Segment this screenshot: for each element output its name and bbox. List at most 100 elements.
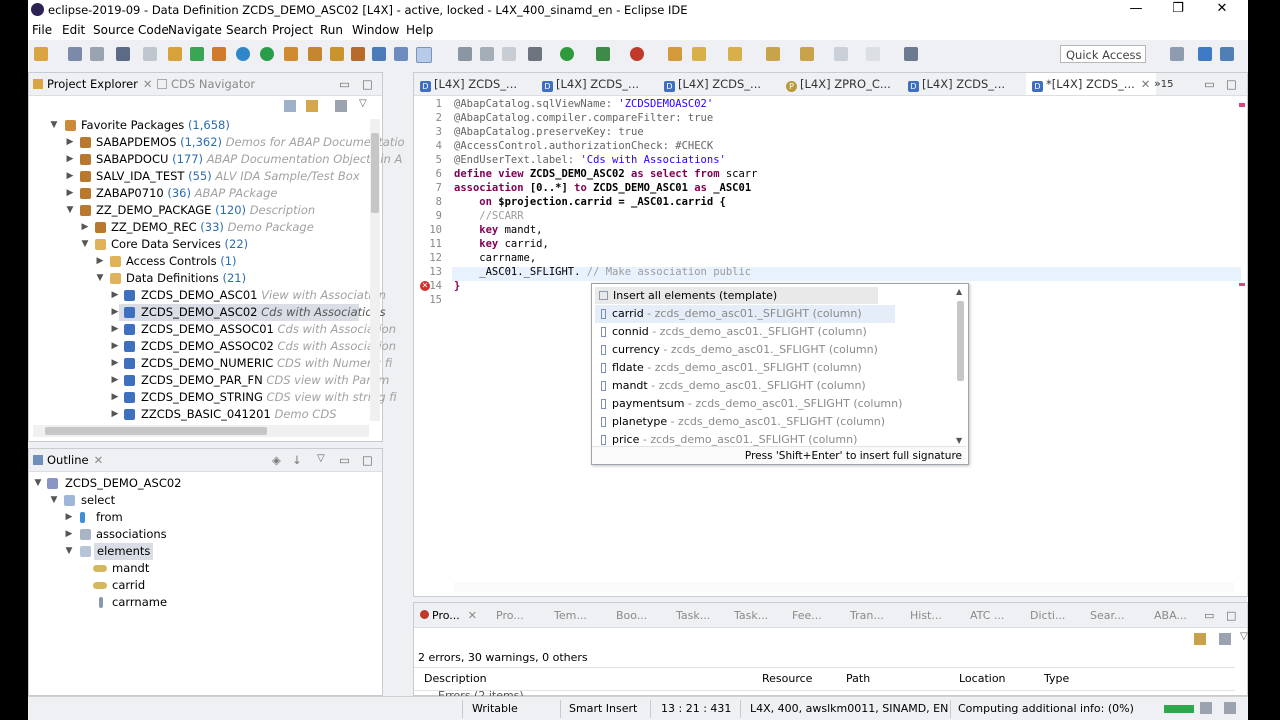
- expand-arrow-icon[interactable]: ▶: [110, 304, 120, 321]
- editor-tab-active[interactable]: D *[L4X] ZCDS_... ✕: [1026, 73, 1157, 95]
- collapse-arrow-icon[interactable]: ▼: [49, 492, 59, 509]
- tab-problems[interactable]: Pro... ✕: [420, 609, 477, 622]
- tree-row-zabap0710[interactable]: ▶ ZABAP0710 (36) ABAP PAckage: [29, 185, 369, 202]
- tab-atc[interactable]: ATC ...: [970, 609, 1004, 622]
- completion-item[interactable]: fldate - zcds_demo_asc01._SFLIGHT (colum…: [595, 359, 862, 377]
- expand-arrow-icon[interactable]: ▶: [110, 287, 120, 304]
- outline-row-root[interactable]: ▼ ZCDS_DEMO_ASC02: [29, 475, 369, 492]
- more-tabs-button[interactable]: »15: [1154, 77, 1173, 90]
- completion-scrollbar[interactable]: ▲ ▼: [955, 287, 966, 445]
- tree-row-favorite-packages[interactable]: ▼ Favorite Packages (1,658): [29, 117, 369, 134]
- mark-occurrences-icon[interactable]: [416, 47, 432, 63]
- collapse-arrow-icon[interactable]: ▼: [80, 236, 90, 253]
- tree-row-zz-demo-package[interactable]: ▼ ZZ_DEMO_PACKAGE (120) Description: [29, 202, 369, 219]
- completion-item[interactable]: mandt - zcds_demo_asc01._SFLIGHT (column…: [595, 377, 866, 395]
- maximize-editor-icon[interactable]: □: [1226, 77, 1237, 91]
- tab-transport[interactable]: Tran...: [850, 609, 884, 622]
- menu-navigate[interactable]: Navigate: [168, 23, 222, 37]
- horizontal-scrollbar[interactable]: [33, 425, 369, 437]
- expand-arrow-icon[interactable]: ▶: [110, 355, 120, 372]
- new-package-icon[interactable]: [168, 47, 182, 61]
- completion-item[interactable]: currency - zcds_demo_asc01._SFLIGHT (col…: [595, 341, 878, 359]
- lock-icon[interactable]: [330, 47, 344, 61]
- edit-icon[interactable]: [143, 47, 157, 61]
- tab-search[interactable]: Sear...: [1090, 609, 1125, 622]
- overview-error-marker[interactable]: [1239, 283, 1245, 286]
- where-used-icon[interactable]: [284, 47, 298, 61]
- tab-bookmarks[interactable]: Boo...: [616, 609, 647, 622]
- expand-arrow-icon[interactable]: ▶: [65, 185, 75, 202]
- save-icon[interactable]: [68, 47, 82, 61]
- close-icon[interactable]: ✕: [468, 609, 477, 622]
- tree-row-core-data-services[interactable]: ▼ Core Data Services (22): [29, 236, 369, 253]
- status-insert-mode[interactable]: Smart Insert: [569, 702, 637, 715]
- tree-row-zcds-demo-asc02[interactable]: ▶ ZCDS_DEMO_ASC02 Cds with Associations: [112, 304, 386, 321]
- editor-tab-1[interactable]: D [L4X] ZCDS_...: [420, 77, 517, 92]
- minimize-button[interactable]: —: [1126, 1, 1146, 16]
- toggle-breadcrumb-icon[interactable]: [458, 47, 472, 61]
- tab-outline[interactable]: Outline ✕: [33, 453, 103, 467]
- expand-arrow-icon[interactable]: ▶: [110, 372, 120, 389]
- link-with-editor-icon[interactable]: [306, 100, 318, 112]
- tree-row-zcds-demo-string[interactable]: ▶ ZCDS_DEMO_STRING CDS view with string …: [29, 389, 397, 406]
- open-object-icon[interactable]: [394, 47, 408, 61]
- minimize-view-icon[interactable]: ▭: [1204, 609, 1214, 622]
- previous-annotation-icon[interactable]: [766, 47, 780, 61]
- check-icon[interactable]: [260, 47, 274, 61]
- tab-templates[interactable]: Tem...: [554, 609, 587, 622]
- lock-status-icon[interactable]: [1224, 702, 1236, 714]
- editor-tab-4[interactable]: P [L4X] ZPRO_C...: [786, 77, 891, 92]
- completion-item[interactable]: connid - zcds_demo_asc01._SFLIGHT (colum…: [595, 323, 867, 341]
- collapse-arrow-icon[interactable]: ▼: [95, 270, 105, 287]
- editor-tab-2[interactable]: D [L4X] ZCDS_...: [542, 77, 639, 92]
- outline-row-carrname[interactable]: carrname: [29, 594, 369, 611]
- expand-arrow-icon[interactable]: ▶: [64, 509, 74, 526]
- tab-dictionary[interactable]: Dicti...: [1030, 609, 1065, 622]
- filter-icon[interactable]: [335, 100, 347, 112]
- java-perspective-icon[interactable]: [1220, 47, 1234, 61]
- tab-history[interactable]: Hist...: [910, 609, 942, 622]
- expand-arrow-icon[interactable]: ▶: [65, 151, 75, 168]
- scroll-up-icon[interactable]: ▲: [956, 287, 962, 296]
- tree-row-salv-ida-test[interactable]: ▶ SALV_IDA_TEST (55) ALV IDA Sample/Test…: [29, 168, 369, 185]
- outline-row-carrid[interactable]: carrid: [29, 577, 369, 594]
- tree-row-zcds-demo-assoc02[interactable]: ▶ ZCDS_DEMO_ASSOC02 Cds with Association: [29, 338, 396, 355]
- expand-arrow-icon[interactable]: ▶: [95, 253, 105, 270]
- tree-row-data-definitions[interactable]: ▼ Data Definitions (21): [29, 270, 369, 287]
- run-icon[interactable]: [190, 47, 204, 61]
- close-button[interactable]: ✕: [1212, 1, 1232, 16]
- collapse-arrow-icon[interactable]: ▼: [64, 543, 74, 560]
- minimize-view-icon[interactable]: ▭: [339, 77, 350, 91]
- abap-perspective-icon[interactable]: [1198, 47, 1212, 61]
- error-marker-icon[interactable]: ✕: [420, 281, 430, 291]
- expand-arrow-icon[interactable]: ▶: [64, 526, 74, 543]
- scrollbar-thumb[interactable]: [957, 301, 964, 381]
- collapse-all-icon[interactable]: [284, 100, 296, 112]
- sort-icon[interactable]: ↓: [292, 453, 302, 467]
- menu-file[interactable]: File: [32, 23, 52, 37]
- next-annotation-icon[interactable]: [728, 47, 742, 61]
- scrollbar-thumb[interactable]: [371, 133, 379, 213]
- tab-tasks-2[interactable]: Task...: [734, 609, 768, 622]
- pen-icon[interactable]: [692, 47, 706, 61]
- menu-edit[interactable]: Edit: [62, 23, 85, 37]
- save-all-icon[interactable]: [90, 47, 104, 61]
- tab-project-explorer[interactable]: Project Explorer ✕: [33, 77, 153, 91]
- whitespace-icon[interactable]: [502, 47, 516, 61]
- close-icon[interactable]: ✕: [143, 77, 153, 91]
- outline-row-mandt[interactable]: mandt: [29, 560, 369, 577]
- column-location[interactable]: Location: [959, 668, 1006, 690]
- tree-row-zzcds-basic-041201[interactable]: ▶ ZZCDS_BASIC_041201 Demo CDS: [29, 406, 369, 423]
- external-tools-icon[interactable]: [630, 47, 644, 61]
- close-icon[interactable]: ✕: [1141, 77, 1151, 91]
- vertical-scrollbar[interactable]: [370, 119, 380, 421]
- tree-row-zcds-demo-numeric[interactable]: ▶ ZCDS_DEMO_NUMERIC CDS with Numeric fi: [29, 355, 393, 372]
- history-icon[interactable]: [351, 47, 365, 61]
- maximize-view-icon[interactable]: □: [362, 453, 373, 467]
- minimize-view-icon[interactable]: ▭: [339, 453, 350, 467]
- open-perspective-icon[interactable]: [1170, 47, 1184, 61]
- last-edit-icon[interactable]: [800, 47, 814, 61]
- run-config-icon[interactable]: [560, 47, 574, 61]
- column-path[interactable]: Path: [846, 668, 870, 690]
- tree-row-zcds-demo-assoc01[interactable]: ▶ ZCDS_DEMO_ASSOC01 Cds with Association: [29, 321, 396, 338]
